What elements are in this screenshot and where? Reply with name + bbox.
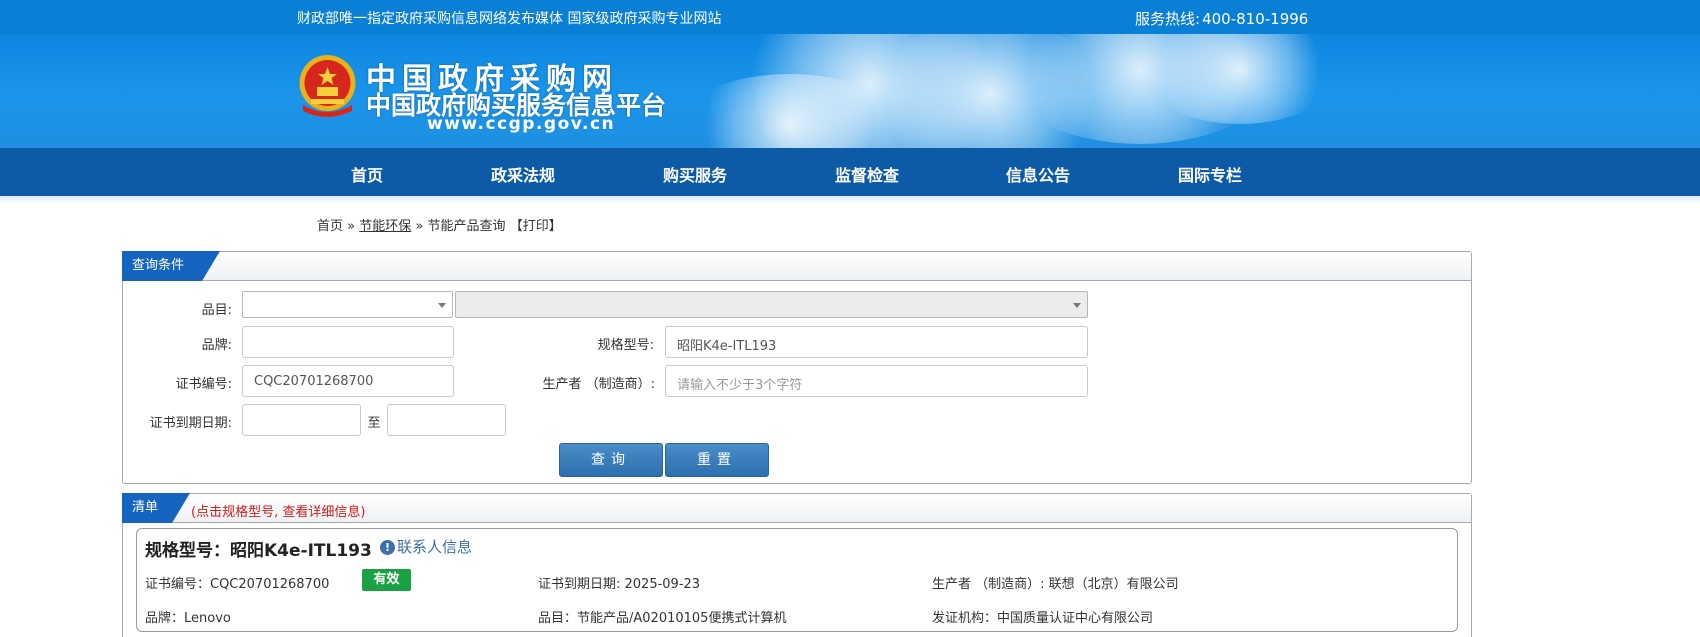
- main-nav: 首页 政采法规 购买服务 监督检查 信息公告 国际专栏: [0, 148, 1700, 196]
- logo-url: www.ccgp.gov.cn: [427, 114, 616, 134]
- category-value: 品目：节能产品/A02010105便携式计算机: [538, 611, 787, 626]
- list-panel-header: 清单 (点击规格型号, 查看详细信息): [122, 493, 1471, 523]
- nav-item-regulations[interactable]: 政采法规: [491, 162, 555, 186]
- expiry-date-to-input[interactable]: [387, 404, 506, 436]
- site-slogan: 财政部唯一指定政府采购信息网络发布媒体 国家级政府采购专业网站: [297, 11, 722, 27]
- nav-item-international[interactable]: 国际专栏: [1178, 162, 1242, 186]
- nav-item-purchase-service[interactable]: 购买服务: [663, 162, 727, 186]
- model-input[interactable]: 昭阳K4e-ITL193: [665, 326, 1088, 358]
- expiry-date-value: 证书到期日期: 2025-09-23: [538, 577, 701, 592]
- query-tab: 查询条件: [122, 251, 220, 281]
- breadcrumb-separator: »: [347, 219, 356, 234]
- manufacturer-input[interactable]: 请输入不少于3个字符: [665, 365, 1088, 397]
- date-range-separator: 至: [367, 416, 381, 431]
- expiry-date-from-input[interactable]: [242, 404, 361, 436]
- brand-input[interactable]: [242, 326, 454, 358]
- print-link[interactable]: 【打印】: [510, 219, 562, 234]
- breadcrumb-current: 节能产品查询: [427, 219, 506, 234]
- chevron-down-icon: [1073, 303, 1081, 308]
- chevron-down-icon: [438, 303, 446, 308]
- expiry-date-label: 证书到期日期:: [149, 416, 232, 431]
- contact-info-label: 联系人信息: [397, 538, 473, 556]
- model-label: 规格型号:: [597, 338, 654, 353]
- hotline-number: 400-810-1996: [1202, 10, 1309, 28]
- nav-item-home[interactable]: 首页: [351, 162, 383, 186]
- status-badge: 有效: [362, 569, 411, 591]
- category-select[interactable]: [242, 291, 453, 318]
- reset-button[interactable]: 重置: [665, 443, 769, 477]
- brand-label: 品牌:: [201, 338, 232, 353]
- category-label: 品目:: [201, 303, 232, 318]
- nav-shadow: [0, 196, 1700, 204]
- breadcrumb-energy-saving[interactable]: 节能环保: [359, 219, 411, 234]
- hotline-label: 服务热线:: [1135, 10, 1201, 28]
- contact-info-link[interactable]: ! 联系人信息: [380, 536, 472, 557]
- subcategory-select[interactable]: [455, 291, 1088, 318]
- nav-item-supervision[interactable]: 监督检查: [835, 162, 899, 186]
- query-panel-header: 查询条件: [122, 251, 1471, 281]
- top-bar: 财政部唯一指定政府采购信息网络发布媒体 国家级政府采购专业网站 服务热线: 400…: [0, 0, 1700, 34]
- national-emblem-icon: [299, 55, 356, 117]
- cert-number-input[interactable]: CQC20701268700: [242, 365, 454, 397]
- issuer-value: 发证机构：中国质量认证中心有限公司: [932, 611, 1154, 626]
- manufacturer-label: 生产者 （制造商）:: [542, 377, 655, 392]
- breadcrumb: 首页 » 节能环保 » 节能产品查询 【打印】: [317, 215, 562, 234]
- search-button[interactable]: 查询: [559, 443, 663, 477]
- service-hotline: 服务热线: 400-810-1996: [1133, 8, 1308, 29]
- manufacturer-value: 生产者 （制造商）: 联想（北京）有限公司: [932, 577, 1179, 592]
- list-hint: (点击规格型号, 查看详细信息): [191, 505, 366, 520]
- site-banner: [0, 34, 1700, 148]
- breadcrumb-home[interactable]: 首页: [317, 219, 343, 234]
- query-tab-label: 查询条件: [132, 258, 185, 273]
- list-tab: 清单: [122, 493, 190, 523]
- breadcrumb-separator: »: [415, 219, 424, 234]
- nav-item-announcements[interactable]: 信息公告: [1006, 162, 1070, 186]
- cert-number-value: 证书编号：CQC20701268700: [145, 577, 330, 592]
- brand-value: 品牌：Lenovo: [145, 611, 231, 626]
- info-icon: !: [380, 540, 395, 555]
- cert-number-label: 证书编号:: [175, 377, 232, 392]
- list-tab-label: 清单: [132, 500, 159, 515]
- product-model-link[interactable]: 规格型号：昭阳K4e-ITL193: [145, 536, 372, 561]
